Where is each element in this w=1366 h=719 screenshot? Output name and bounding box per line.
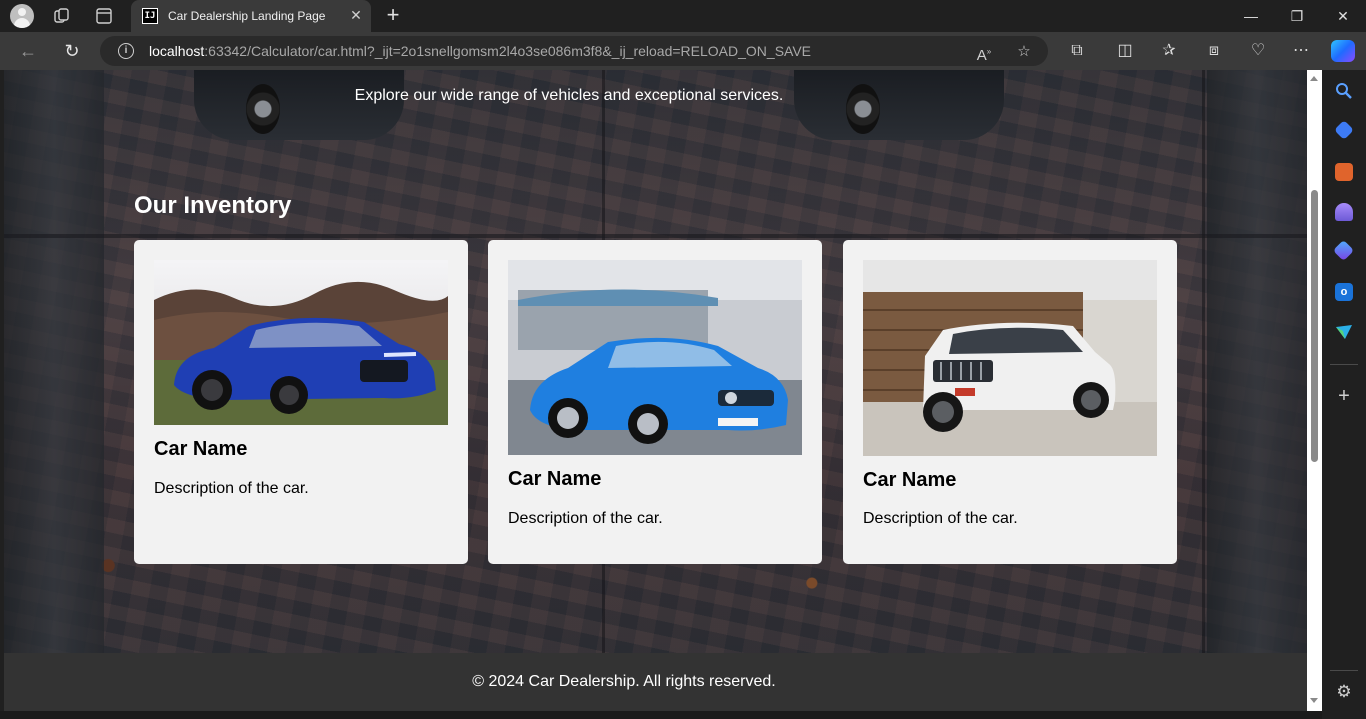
browser-toolbar: ← ↻ i localhost:63342/Calculator/car.htm… bbox=[0, 32, 1366, 70]
workspaces-icon[interactable] bbox=[52, 6, 72, 26]
sidebar-divider bbox=[1330, 670, 1358, 671]
url-text[interactable]: localhost:63342/Calculator/car.html?_ijt… bbox=[149, 43, 811, 59]
taskbar-strip bbox=[0, 711, 1322, 719]
car-description: Description of the car. bbox=[154, 480, 309, 497]
footer-copyright: © 2024 Car Dealership. All rights reserv… bbox=[472, 673, 776, 690]
back-arrow-icon[interactable]: ← bbox=[16, 39, 40, 63]
background-tree-left bbox=[4, 70, 104, 653]
microsoft365-icon[interactable] bbox=[1332, 239, 1355, 262]
blue-hatchback-image bbox=[508, 260, 802, 455]
browser-titlebar: IJ Car Dealership Landing Page ✕ + — ❐ ✕ bbox=[0, 0, 1366, 32]
read-aloud-icon[interactable]: A» bbox=[974, 42, 994, 64]
copilot-icon[interactable] bbox=[1331, 40, 1355, 62]
background-car bbox=[194, 70, 404, 140]
refresh-icon[interactable]: ↻ bbox=[60, 39, 84, 63]
intellij-favicon-icon: IJ bbox=[142, 8, 158, 24]
edge-sidebar: o + ⚙ bbox=[1322, 70, 1366, 719]
split-screen-icon[interactable]: ◫ bbox=[1114, 40, 1136, 62]
minimize-icon[interactable]: — bbox=[1228, 0, 1274, 32]
background-car bbox=[794, 70, 1004, 140]
favorites-icon[interactable]: ✰ bbox=[1158, 40, 1180, 62]
new-tab-icon[interactable]: + bbox=[381, 4, 405, 28]
car-name: Car Name bbox=[508, 468, 602, 490]
page-viewport: Explore our wide range of vehicles and e… bbox=[4, 70, 1307, 711]
sidebar-divider bbox=[1330, 364, 1358, 365]
tools-briefcase-icon[interactable] bbox=[1335, 163, 1353, 181]
puzzle-icon[interactable]: ⧉ bbox=[1066, 40, 1088, 62]
address-bar[interactable]: i localhost:63342/Calculator/car.html?_i… bbox=[100, 36, 1048, 66]
car-image bbox=[154, 260, 448, 425]
car-card: Car Name Description of the car. bbox=[488, 240, 822, 564]
car-description: Description of the car. bbox=[863, 510, 1018, 527]
add-icon[interactable]: + bbox=[1335, 386, 1353, 406]
collections-icon[interactable]: ⧈ bbox=[1203, 40, 1225, 62]
car-card: Car Name Description of the car. bbox=[843, 240, 1177, 564]
tab-title: Car Dealership Landing Page bbox=[168, 9, 326, 23]
background-tree-right bbox=[1207, 70, 1307, 653]
settings-gear-icon[interactable]: ⚙ bbox=[1335, 683, 1353, 701]
send-drop-icon[interactable] bbox=[1335, 323, 1353, 341]
close-window-icon[interactable]: ✕ bbox=[1320, 0, 1366, 32]
inventory-heading: Our Inventory bbox=[134, 192, 292, 219]
hero-subtitle: Explore our wide range of vehicles and e… bbox=[354, 87, 784, 104]
blue-sedan-image bbox=[154, 260, 448, 425]
games-icon[interactable] bbox=[1335, 203, 1353, 221]
tab-close-icon[interactable]: ✕ bbox=[348, 7, 364, 23]
scroll-thumb[interactable] bbox=[1311, 190, 1318, 462]
star-icon[interactable]: ☆ bbox=[1014, 42, 1034, 62]
background-tile-seam bbox=[1202, 70, 1205, 653]
outlook-icon[interactable]: o bbox=[1335, 283, 1353, 301]
background-tile-seam bbox=[4, 234, 1307, 238]
more-icon[interactable]: ⋯ bbox=[1290, 40, 1312, 62]
tab-actions-icon[interactable] bbox=[94, 6, 114, 26]
page-scrollbar[interactable] bbox=[1307, 70, 1322, 711]
scroll-up-icon[interactable] bbox=[1310, 76, 1318, 81]
active-tab[interactable]: IJ Car Dealership Landing Page ✕ bbox=[131, 0, 371, 32]
info-icon[interactable]: i bbox=[118, 43, 134, 59]
restore-icon[interactable]: ❐ bbox=[1274, 0, 1320, 32]
profile-avatar[interactable] bbox=[10, 4, 34, 28]
car-image bbox=[508, 260, 802, 455]
car-image bbox=[863, 260, 1157, 456]
car-card: Car Name Description of the car. bbox=[134, 240, 468, 564]
page-footer: © 2024 Car Dealership. All rights reserv… bbox=[4, 653, 1307, 711]
white-suv-image bbox=[863, 260, 1157, 456]
shopping-tag-icon[interactable] bbox=[1334, 120, 1354, 140]
car-name: Car Name bbox=[154, 438, 248, 460]
car-name: Car Name bbox=[863, 469, 957, 491]
scroll-down-icon[interactable] bbox=[1310, 698, 1318, 703]
search-icon[interactable] bbox=[1335, 82, 1353, 100]
car-description: Description of the car. bbox=[508, 510, 663, 527]
performance-icon[interactable]: ♡ bbox=[1247, 40, 1269, 62]
